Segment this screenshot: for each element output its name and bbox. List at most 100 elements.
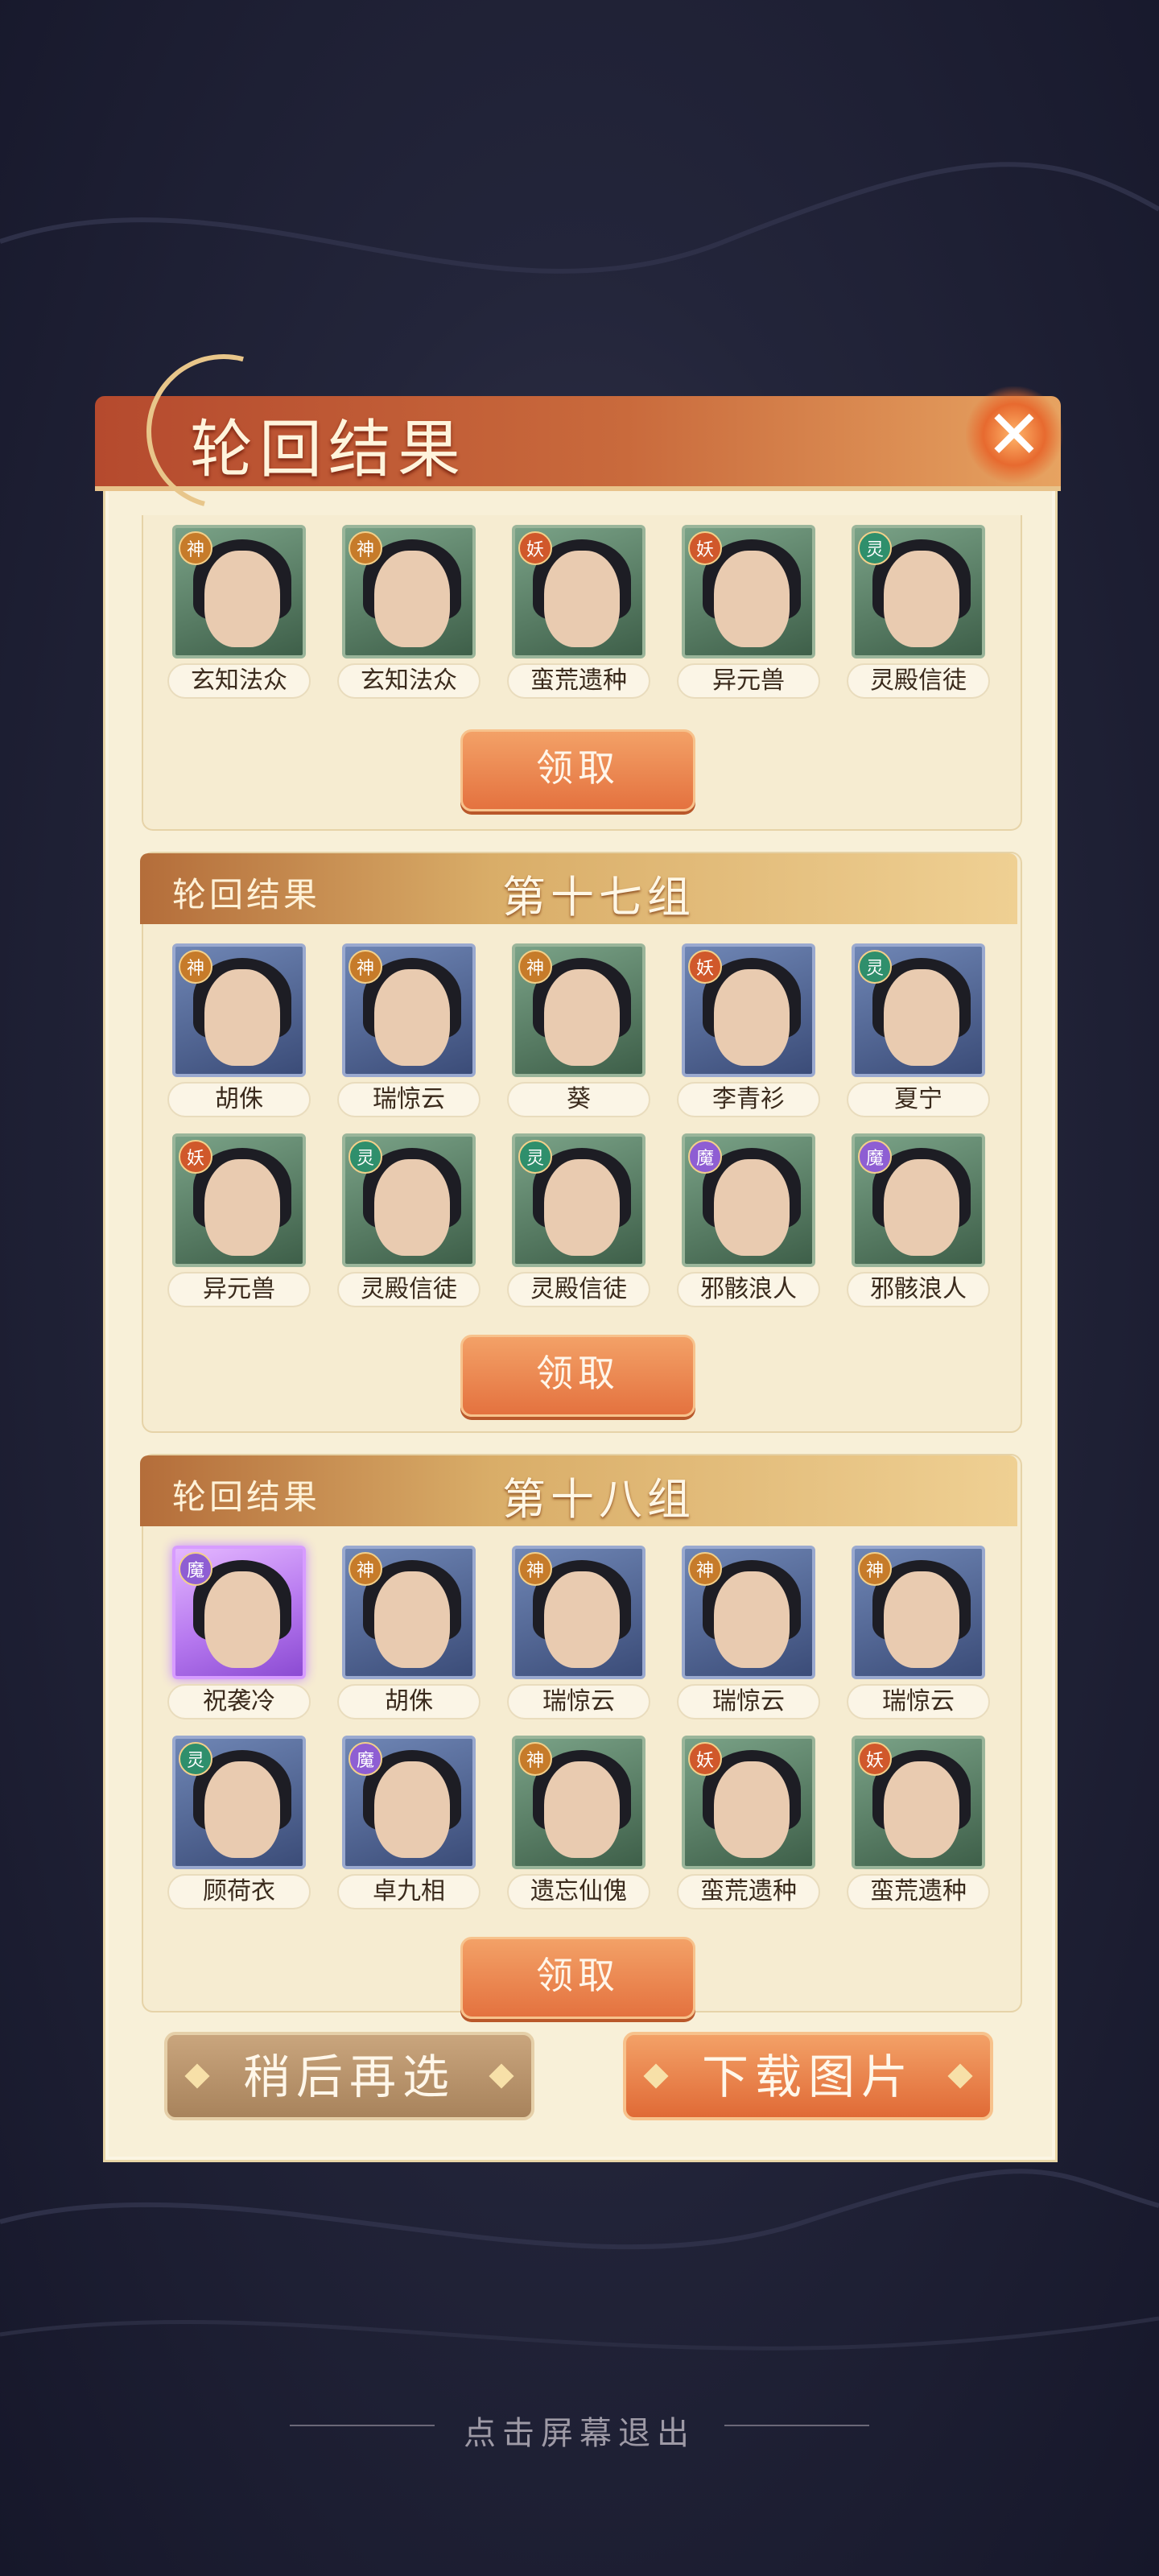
character-name: 玄知法众: [167, 663, 311, 699]
character-card[interactable]: 神玄知法众: [167, 525, 311, 702]
claim-button-partial[interactable]: 领取: [460, 729, 695, 811]
character-card[interactable]: 神瑞惊云: [677, 1546, 820, 1723]
character-name: 灵殿信徒: [507, 1272, 650, 1307]
faction-badge-icon: 魔: [179, 1552, 212, 1586]
character-name: 邪骸浪人: [677, 1272, 820, 1307]
faction-badge-icon: 魔: [688, 1140, 722, 1174]
character-card[interactable]: 灵灵殿信徒: [337, 1133, 481, 1311]
character-card[interactable]: 魔邪骸浪人: [847, 1133, 990, 1311]
character-card[interactable]: 神遗忘仙傀: [507, 1736, 650, 1913]
character-name: 瑞惊云: [337, 1082, 481, 1117]
character-name: 祝袭冷: [167, 1684, 311, 1719]
face-shape: [544, 969, 620, 1066]
character-portrait: 魔: [342, 1736, 476, 1869]
download-image-label: 下载图片: [701, 2050, 914, 2104]
faction-badge-icon: 妖: [518, 531, 552, 565]
faction-badge-icon: 魔: [349, 1742, 382, 1776]
face-shape: [544, 551, 620, 647]
face-shape: [884, 969, 959, 1066]
character-portrait: 妖: [512, 525, 645, 658]
face-shape: [544, 1761, 620, 1858]
faction-badge-icon: 神: [858, 1552, 892, 1586]
character-name: 夏宁: [847, 1082, 990, 1117]
result-group-18: 轮回结果 第十八组 魔祝袭冷神胡侏神瑞惊云神瑞惊云神瑞惊云灵顾荷衣魔卓九相神遗忘…: [140, 1454, 1022, 2019]
faction-badge-icon: 妖: [688, 950, 722, 984]
character-portrait: 妖: [682, 1736, 815, 1869]
character-name: 卓九相: [337, 1874, 481, 1909]
face-shape: [374, 1159, 450, 1256]
character-name: 灵殿信徒: [847, 663, 990, 699]
character-name: 蛮荒遗种: [677, 1874, 820, 1909]
character-portrait: 魔: [852, 1133, 985, 1267]
close-button[interactable]: ✕: [966, 386, 1062, 483]
faction-badge-icon: 神: [179, 531, 212, 565]
character-card[interactable]: 神瑞惊云: [847, 1546, 990, 1723]
character-card[interactable]: 灵夏宁: [847, 943, 990, 1121]
character-name: 玄知法众: [337, 663, 481, 699]
diamond-ornament-icon: [184, 2063, 210, 2089]
face-shape: [374, 1761, 450, 1858]
character-card[interactable]: 神瑞惊云: [507, 1546, 650, 1723]
character-card[interactable]: 魔邪骸浪人: [677, 1133, 820, 1311]
group-number: 第十八组: [502, 1474, 695, 1525]
character-card[interactable]: 神葵: [507, 943, 650, 1121]
faction-badge-icon: 妖: [688, 1742, 722, 1776]
character-card[interactable]: 妖异元兽: [677, 525, 820, 702]
character-card[interactable]: 妖李青衫: [677, 943, 820, 1121]
face-shape: [204, 1761, 280, 1858]
character-portrait: 神: [512, 943, 645, 1077]
character-portrait: 妖: [852, 1736, 985, 1869]
character-card[interactable]: 灵灵殿信徒: [507, 1133, 650, 1311]
faction-badge-icon: 妖: [858, 1742, 892, 1776]
character-name: 李青衫: [677, 1082, 820, 1117]
character-card[interactable]: 神胡侏: [337, 1546, 481, 1723]
character-card[interactable]: 魔祝袭冷: [167, 1546, 311, 1723]
download-image-button[interactable]: 下载图片: [623, 2032, 993, 2120]
character-card[interactable]: 神瑞惊云: [337, 943, 481, 1121]
character-card[interactable]: 神胡侏: [167, 943, 311, 1121]
claim-button-17[interactable]: 领取: [460, 1335, 695, 1417]
diamond-ornament-icon: [643, 2063, 669, 2089]
character-name: 灵殿信徒: [337, 1272, 481, 1307]
character-portrait: 魔: [682, 1133, 815, 1267]
character-card[interactable]: 魔卓九相: [337, 1736, 481, 1913]
character-portrait: 灵: [512, 1133, 645, 1267]
faction-badge-icon: 神: [349, 531, 382, 565]
face-shape: [884, 1571, 959, 1668]
faction-badge-icon: 灵: [179, 1742, 212, 1776]
faction-badge-icon: 神: [688, 1552, 722, 1586]
diamond-ornament-icon: [947, 2063, 973, 2089]
group-header-17: 轮回结果 第十七组: [140, 853, 1017, 924]
face-shape: [204, 551, 280, 647]
page-title: 轮回结果: [190, 414, 468, 486]
character-card[interactable]: 妖蛮荒遗种: [847, 1736, 990, 1913]
character-portrait: 灵: [172, 1736, 306, 1869]
character-name: 蛮荒遗种: [847, 1874, 990, 1909]
choose-later-button[interactable]: 稍后再选: [164, 2032, 534, 2120]
faction-badge-icon: 魔: [858, 1140, 892, 1174]
faction-badge-icon: 神: [349, 950, 382, 984]
character-portrait: 妖: [172, 1133, 306, 1267]
diamond-ornament-icon: [489, 2063, 514, 2089]
faction-badge-icon: 妖: [179, 1140, 212, 1174]
faction-badge-icon: 神: [349, 1552, 382, 1586]
character-card[interactable]: 灵顾荷衣: [167, 1736, 311, 1913]
character-card[interactable]: 妖蛮荒遗种: [507, 525, 650, 702]
face-shape: [714, 1159, 790, 1256]
character-card[interactable]: 灵灵殿信徒: [847, 525, 990, 702]
character-card[interactable]: 妖异元兽: [167, 1133, 311, 1311]
character-name: 顾荷衣: [167, 1874, 311, 1909]
claim-button-18[interactable]: 领取: [460, 1937, 695, 2019]
faction-badge-icon: 灵: [858, 531, 892, 565]
character-name: 遗忘仙傀: [507, 1874, 650, 1909]
face-shape: [544, 1159, 620, 1256]
face-shape: [714, 969, 790, 1066]
character-name: 异元兽: [167, 1272, 311, 1307]
face-shape: [204, 1159, 280, 1256]
character-card[interactable]: 神玄知法众: [337, 525, 481, 702]
face-shape: [374, 551, 450, 647]
face-shape: [374, 1571, 450, 1668]
character-card[interactable]: 妖蛮荒遗种: [677, 1736, 820, 1913]
face-shape: [714, 1571, 790, 1668]
character-portrait: 神: [512, 1736, 645, 1869]
